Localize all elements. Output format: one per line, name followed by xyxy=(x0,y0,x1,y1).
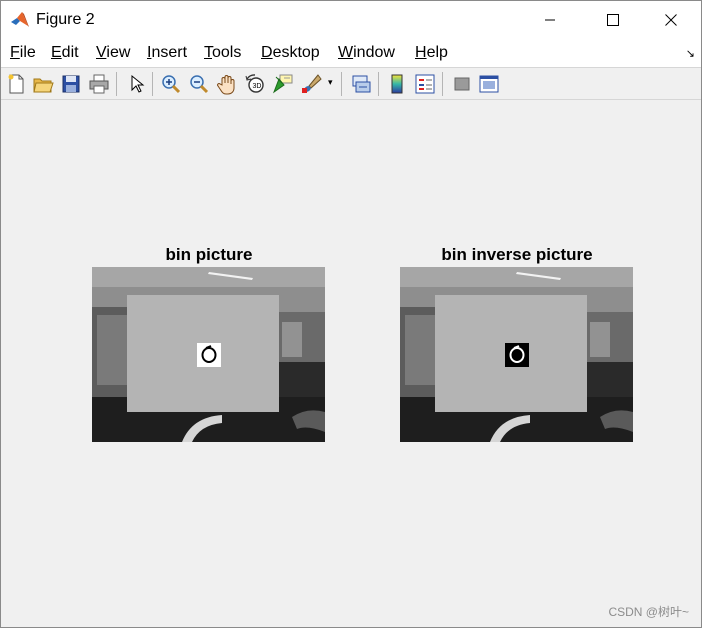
pan-hand-icon[interactable] xyxy=(216,73,238,95)
title-bar: Figure 2 xyxy=(1,1,701,39)
brush-icon[interactable] xyxy=(300,73,322,95)
link-plot-icon[interactable] xyxy=(350,73,372,95)
menu-edit[interactable]: Edit xyxy=(51,44,79,62)
menu-insert[interactable]: Insert xyxy=(147,44,187,62)
new-figure-icon[interactable] xyxy=(5,73,27,95)
toolbar-separator xyxy=(378,72,379,96)
matlab-logo-icon xyxy=(11,12,29,27)
chevron-down-icon[interactable]: ▾ xyxy=(328,77,333,88)
close-button[interactable] xyxy=(648,1,694,39)
svg-text:3D: 3D xyxy=(253,83,262,90)
office-photo-grayscale xyxy=(92,267,325,442)
plot-title-bin: bin picture xyxy=(165,245,253,264)
select-arrow-icon[interactable] xyxy=(125,73,147,95)
figure-toolbar: 3D ▾ xyxy=(1,68,701,100)
print-icon[interactable] xyxy=(88,73,110,95)
colorbar-icon[interactable] xyxy=(386,73,408,95)
data-cursor-icon[interactable] xyxy=(272,73,294,95)
bin-inverse-picture-image[interactable] xyxy=(400,267,633,442)
zoom-in-icon[interactable] xyxy=(160,73,182,95)
menu-window[interactable]: Window xyxy=(338,44,395,62)
hide-plot-tools-icon[interactable] xyxy=(451,73,473,95)
menu-desktop[interactable]: Desktop xyxy=(261,44,320,62)
menu-view[interactable]: View xyxy=(96,44,130,62)
menu-tools[interactable]: Tools xyxy=(204,44,241,62)
plot-title-bin-inverse: bin inverse picture xyxy=(441,245,593,264)
toolbar-separator xyxy=(442,72,443,96)
save-icon[interactable] xyxy=(60,73,82,95)
toolbar-separator xyxy=(152,72,153,96)
menu-bar: File Edit View Insert Tools Desktop Wind… xyxy=(1,39,701,68)
zoom-out-icon[interactable] xyxy=(188,73,210,95)
window-title: Figure 2 xyxy=(36,11,95,28)
office-photo-grayscale xyxy=(400,267,633,442)
minimize-icon xyxy=(545,19,555,21)
maximize-button[interactable] xyxy=(590,1,636,39)
show-plot-tools-icon[interactable] xyxy=(478,73,500,95)
bin-picture-image[interactable] xyxy=(92,267,325,442)
rotate-3d-icon[interactable]: 3D xyxy=(244,73,266,95)
close-icon xyxy=(665,14,677,26)
legend-icon[interactable] xyxy=(414,73,436,95)
dock-arrow-icon[interactable]: ↘ xyxy=(686,47,695,60)
menu-file[interactable]: File xyxy=(10,44,36,62)
toolbar-separator xyxy=(116,72,117,96)
open-file-icon[interactable] xyxy=(32,73,54,95)
menu-help[interactable]: Help xyxy=(415,44,448,62)
csdn-watermark: CSDN @树叶~ xyxy=(608,605,689,619)
figure-window: Figure 2 File Edit View Insert Tools Des… xyxy=(0,0,702,628)
minimize-button[interactable] xyxy=(527,1,573,39)
toolbar-separator xyxy=(341,72,342,96)
maximize-icon xyxy=(607,14,619,26)
